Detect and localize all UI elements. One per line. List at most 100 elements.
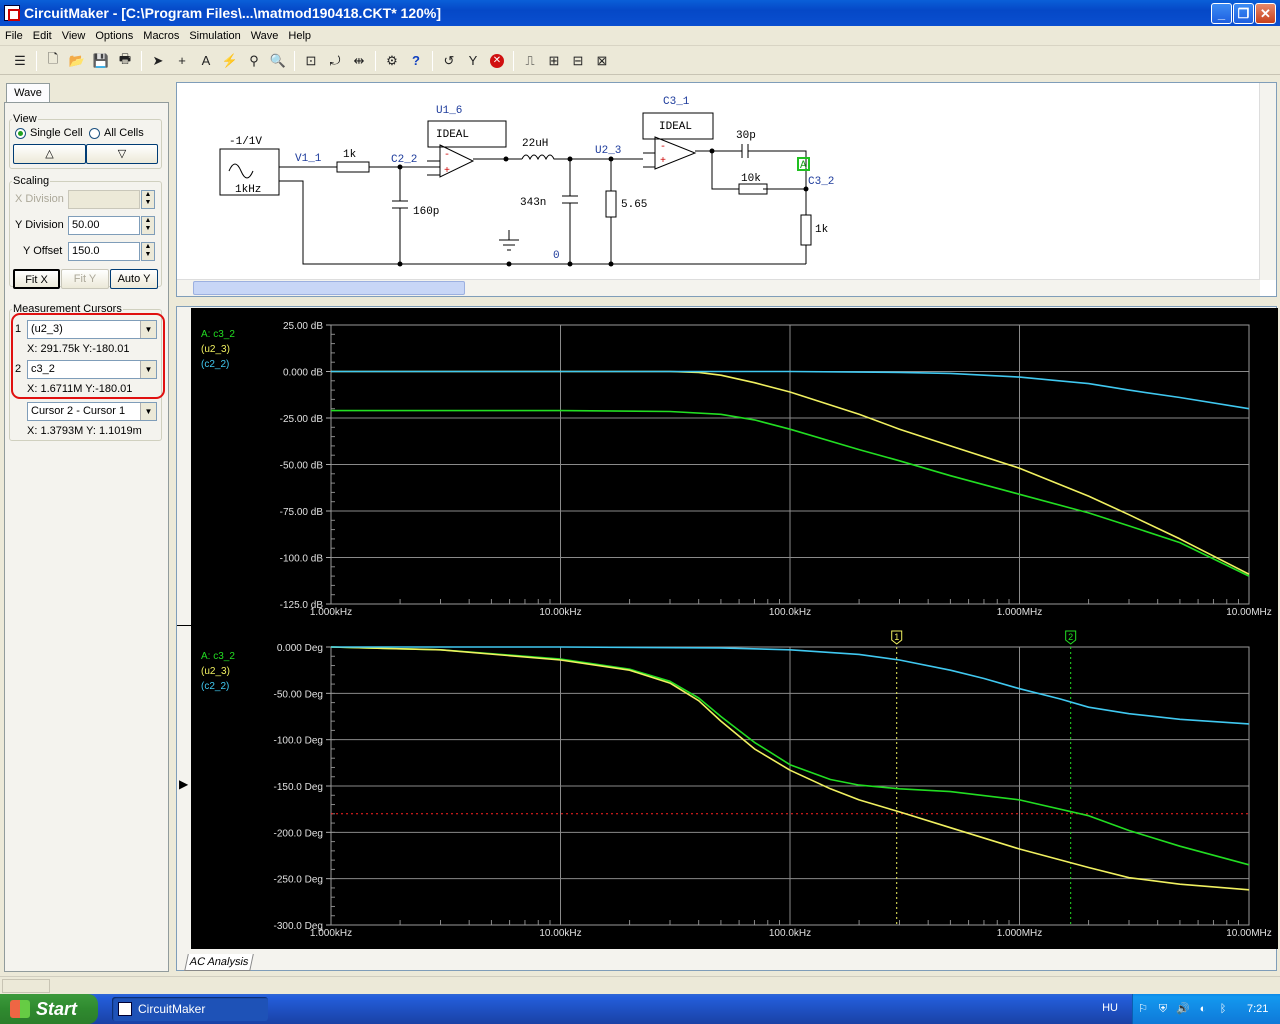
print-icon[interactable]: 🖶 (114, 50, 136, 72)
digital-sim-icon[interactable]: ⚙ (381, 50, 403, 72)
schematic-vertical-scrollbar[interactable] (1259, 83, 1276, 280)
y-offset-spinner[interactable]: ▲ ▼ (141, 242, 155, 261)
schematic-horizontal-scrollbar[interactable] (177, 279, 1260, 296)
minimize-button[interactable]: _ (1211, 3, 1232, 24)
svg-text:+: + (660, 156, 666, 167)
cursor-diff-readout: X: 1.3793M Y: 1.1019m (27, 425, 142, 437)
status-cell (2, 979, 50, 993)
toolbar: ☰ 🗋 📂 💾 🖶 ➤ + A ⚡ ⚲ 🔍 ⊡ ⤾ ⇹ ⚙ ? ↺ Y ✕ ⎍ … (0, 47, 1280, 75)
cell-down-button[interactable]: ▽ (86, 144, 158, 164)
schematic-window[interactable]: - + - + A -1/1V 1kHz 1k 160p U1_6 IDEAL 22u… (176, 82, 1277, 297)
status-bar (0, 976, 1280, 994)
menu-help[interactable]: Help (283, 30, 316, 42)
toolbar-separator (294, 50, 295, 71)
display-icon[interactable]: ◐ (1196, 1002, 1210, 1016)
wave-window: ▶ 1.000kHz 10.00kHz 100.0kHz 1.000MHz 10.00M… (176, 306, 1278, 971)
system-tray: ⚐ ⛨ 🔊 ◐ ᛒ 7:21 (1132, 994, 1280, 1024)
toolbar-separator (432, 50, 433, 71)
magnifier-icon[interactable]: 🔍 (267, 50, 289, 72)
volume-icon[interactable]: 🔊 (1176, 1002, 1190, 1016)
save-icon[interactable]: 💾 (90, 50, 112, 72)
inductor-l1[interactable] (521, 154, 643, 161)
menu-wave[interactable]: Wave (246, 30, 284, 42)
zoom-to-fit-icon[interactable]: ⊡ (300, 50, 322, 72)
toolbar-separator (36, 50, 37, 71)
analog-icon[interactable]: ⊠ (591, 50, 613, 72)
menu-file[interactable]: File (0, 30, 28, 42)
u1-designator: U1_6 (436, 105, 462, 117)
arrow-tool-icon[interactable]: ➤ (147, 50, 169, 72)
menu-view[interactable]: View (57, 30, 91, 42)
y-offset-field[interactable]: 150.0 (68, 242, 140, 261)
resistor-r2[interactable] (605, 190, 617, 218)
new-file-icon[interactable]: 🗋 (42, 50, 64, 72)
fit-x-button[interactable]: Fit X (13, 269, 60, 289)
close-button[interactable]: ✕ (1255, 3, 1276, 24)
collapse-arrow-icon[interactable]: ▶ (179, 777, 188, 791)
trace-icon[interactable]: ⎍ (519, 50, 541, 72)
radio-selected-icon (15, 127, 26, 139)
schematic-canvas[interactable]: - + - + A -1/1V 1kHz 1k 160p U1_6 IDEAL 22u… (177, 83, 1260, 280)
x-tick-label: 10.00MHz (1226, 928, 1272, 939)
menu-simulation[interactable]: Simulation (184, 30, 245, 42)
reset-icon[interactable]: ↺ (438, 50, 460, 72)
u1-type: IDEAL (436, 129, 469, 141)
tab-wave[interactable]: Wave (6, 83, 50, 103)
waveform-plot[interactable]: 1.000kHz 10.00kHz 100.0kHz 1.000MHz 10.00MHz… (191, 308, 1278, 949)
single-cell-radio[interactable]: Single Cell (15, 127, 83, 139)
menu-edit[interactable]: Edit (28, 30, 57, 42)
resistor-r3[interactable] (738, 183, 768, 195)
text-tool-icon[interactable]: A (195, 50, 217, 72)
svg-text:+: + (444, 166, 450, 177)
resistor-r1[interactable] (336, 161, 370, 173)
cursor-diff-mode-select[interactable]: Cursor 2 - Cursor 1 ▼ (27, 402, 157, 421)
menu-options[interactable]: Options (90, 30, 138, 42)
wire-tool-icon[interactable]: + (171, 50, 193, 72)
fit-y-button[interactable]: Fit Y (61, 269, 109, 289)
start-button[interactable]: Start (0, 994, 98, 1024)
scope-icon[interactable]: ⊟ (567, 50, 589, 72)
bus-icon[interactable]: ☰ (9, 50, 31, 72)
rotate-icon[interactable]: ⤾ (324, 50, 346, 72)
net-label-v1: V1_1 (295, 153, 322, 165)
all-cells-radio[interactable]: All Cells (89, 127, 144, 139)
menu-macros[interactable]: Macros (138, 30, 184, 42)
y-tick-label: -50.00 dB (280, 461, 324, 472)
app-icon[interactable] (4, 5, 20, 21)
menu-bar: File Edit View Options Macros Simulation… (0, 26, 1280, 46)
x-division-field[interactable] (68, 190, 140, 209)
waveform-icon[interactable]: ⊞ (543, 50, 565, 72)
cell-up-button[interactable]: △ (13, 144, 86, 164)
stop-icon[interactable]: ✕ (486, 50, 508, 72)
clock: 7:21 (1247, 1003, 1269, 1015)
wave-panel-body: View Single Cell All Cells △ ▽ Scaling X… (4, 102, 169, 972)
zoom-tool-icon[interactable]: ⚲ (243, 50, 265, 72)
shield-icon[interactable]: ⛨ (1156, 1002, 1170, 1016)
r1-value: 1k (343, 149, 357, 161)
legend-entry: (u2_3) (201, 666, 230, 677)
mirror-icon[interactable]: ⇹ (348, 50, 370, 72)
scroll-thumb[interactable] (193, 281, 465, 295)
y-tick-label: -100.0 dB (280, 554, 324, 565)
taskbar-item-circuitmaker[interactable]: CircuitMaker (112, 997, 268, 1021)
network-icon[interactable]: ⚐ (1136, 1002, 1150, 1016)
probe-tool-icon[interactable]: ⚡ (219, 50, 241, 72)
restore-button[interactable]: ❐ (1233, 3, 1254, 24)
source-amplitude-label: -1/1V (229, 136, 262, 148)
open-folder-icon[interactable]: 📂 (66, 50, 88, 72)
x-division-spinner[interactable]: ▲ ▼ (141, 190, 155, 209)
y-offset-label: Y Offset (23, 245, 63, 257)
window-splitter[interactable] (176, 298, 1277, 304)
tab-ac-analysis[interactable]: AC Analysis (184, 954, 254, 971)
x-division-label: X Division (15, 193, 64, 205)
chevron-down-icon[interactable]: ▼ (140, 403, 156, 420)
step-icon[interactable]: Y (462, 50, 484, 72)
y-division-spinner[interactable]: ▲ ▼ (141, 216, 155, 235)
r4-value: 1k (815, 224, 829, 236)
help-icon[interactable]: ? (405, 50, 427, 72)
auto-y-button[interactable]: Auto Y (110, 269, 158, 289)
bluetooth-icon[interactable]: ᛒ (1216, 1002, 1230, 1016)
y-division-field[interactable]: 50.00 (68, 216, 140, 235)
resistor-r4[interactable] (800, 214, 812, 246)
language-indicator[interactable]: HU (1102, 1002, 1118, 1014)
